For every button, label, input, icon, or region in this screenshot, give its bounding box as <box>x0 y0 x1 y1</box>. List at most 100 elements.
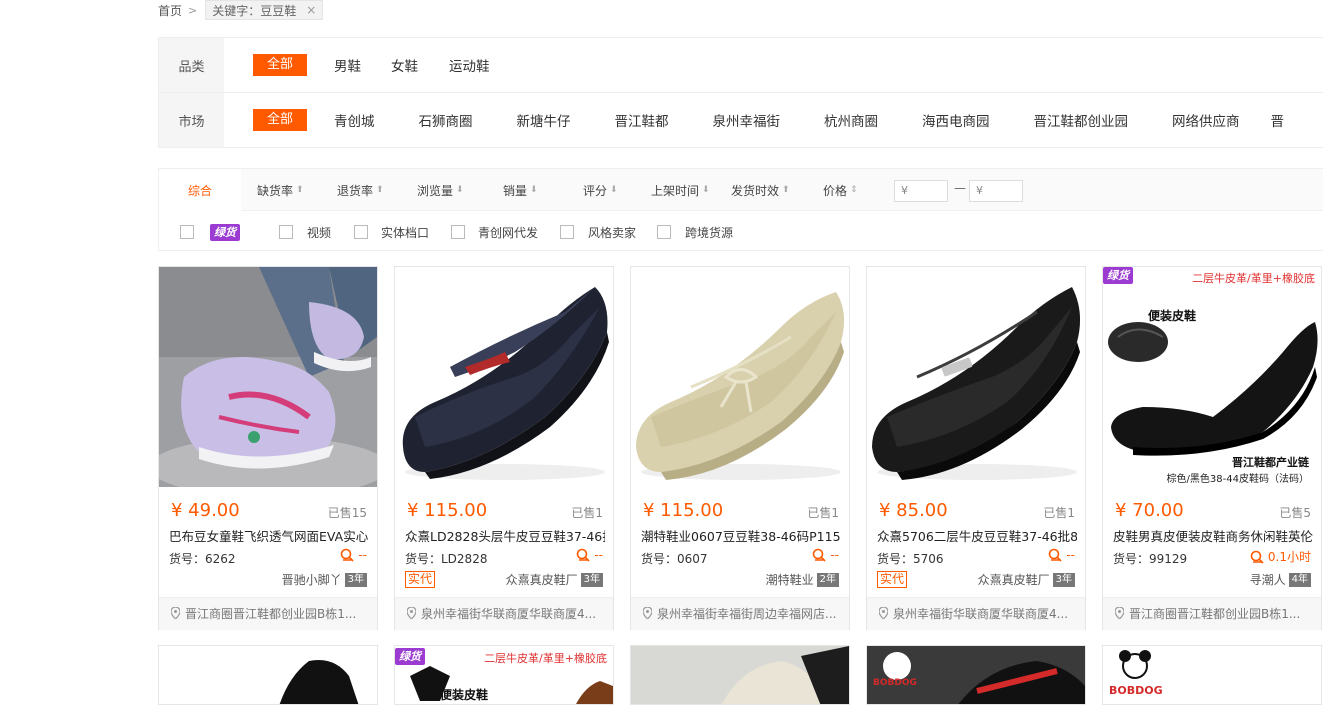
product-title[interactable]: 众熹5706二层牛皮豆豆鞋37-46批85 <box>877 526 1077 545</box>
product-card[interactable] <box>158 645 378 705</box>
market-option-network-supplier[interactable]: 网络供应商 <box>1172 110 1240 130</box>
sort-comprehensive[interactable]: 综合 <box>159 169 241 211</box>
sort-sales[interactable]: 销量 ⬇ <box>503 169 538 211</box>
sort-arrow-icon: ⬇ <box>530 185 538 195</box>
material-text: 二层牛皮革/革里+橡胶底 <box>484 652 607 665</box>
market-option-hangzhou[interactable]: 杭州商圈 <box>824 110 878 130</box>
shop-name[interactable]: 潮特鞋业 2年 <box>766 571 839 588</box>
product-title[interactable]: 皮鞋男真皮便装皮鞋商务休闲鞋英伦 <box>1113 526 1313 545</box>
product-sku: 货号：LD2828 <box>405 552 488 566</box>
brand-logo-text: BOBDOG <box>1109 684 1163 697</box>
product-location: 泉州幸福街华联商厦华联商厦4... <box>395 597 613 630</box>
product-image[interactable] <box>867 646 1085 705</box>
product-image[interactable]: 绿货 二层牛皮革/革里+橡胶底 便装皮鞋 晋江鞋都产业链 棕色/黑色38-44皮… <box>1103 267 1321 487</box>
product-title[interactable]: 众熹LD2828头层牛皮豆豆鞋37-46批 <box>405 526 605 545</box>
delivery-icon <box>813 548 826 562</box>
shop-name[interactable]: 寻潮人 4年 <box>1250 571 1311 588</box>
product-image[interactable] <box>631 267 849 487</box>
category-option-all[interactable]: 全部 <box>253 54 308 76</box>
product-card[interactable]: ¥ 115.00 已售1 潮特鞋业0607豆豆鞋38-46码P115 货号：06… <box>630 266 850 630</box>
product-sold: 已售5 <box>1279 506 1311 520</box>
shidai-badge: 实代 <box>405 571 436 588</box>
shidai-badge: 实代 <box>877 571 908 588</box>
sort-row: 综合 缺货率 ⬆ 退货率 ⬆ 浏览量 ⬇ 销量 ⬇ 评分 ⬇ 上架时间 ⬇ 发货时效 ⬆ 价格… <box>159 169 1323 211</box>
shop-years-badge: 3年 <box>580 572 603 587</box>
checkbox-green-goods[interactable] <box>180 225 194 239</box>
product-sold: 已售15 <box>327 506 367 520</box>
chain-text: 晋江鞋都产业链 <box>1232 456 1309 469</box>
product-title[interactable]: 巴布豆女童鞋飞织透气网面EVA实心 <box>169 526 369 545</box>
market-option-xintang[interactable]: 新塘牛仔 <box>517 110 571 130</box>
product-card[interactable]: ¥ 85.00 已售1 众熹5706二层牛皮豆豆鞋37-46批85 货号：570… <box>866 266 1086 630</box>
market-option-shishi[interactable]: 石狮商圈 <box>419 110 473 130</box>
sort-return-rate[interactable]: 退货率 ⬆ <box>337 169 384 211</box>
checkbox-dropship[interactable] <box>451 225 465 239</box>
sort-stockout-rate[interactable]: 缺货率 ⬆ <box>257 169 304 211</box>
keyword-chip: 关键字：豆豆鞋 × <box>205 0 324 20</box>
location-pin-icon <box>407 607 416 619</box>
product-sku: 货号：6262 <box>169 552 236 566</box>
checkbox-physical-stall[interactable] <box>354 225 368 239</box>
product-image[interactable] <box>395 267 613 487</box>
product-title[interactable]: 潮特鞋业0607豆豆鞋38-46码P115 <box>641 526 841 545</box>
sort-rating[interactable]: 评分 ⬇ <box>583 169 618 211</box>
sort-arrow-icon: ⬇ <box>456 185 464 195</box>
price-min-input[interactable]: ¥ <box>894 180 948 202</box>
market-option-jinjiang[interactable]: 晋江鞋都 <box>615 110 669 130</box>
shop-years-badge: 3年 <box>1052 572 1075 587</box>
product-image[interactable] <box>631 646 849 705</box>
product-image[interactable] <box>159 267 377 487</box>
sort-views[interactable]: 浏览量 ⬇ <box>417 169 464 211</box>
delivery-icon <box>1049 548 1062 562</box>
sort-arrow-icon: ⬆ <box>782 185 790 195</box>
filter-panel: 品类 全部 男鞋 女鞋 运动鞋 市场 全部 青创城 石狮商圈 新塘牛仔 晋江鞋都… <box>158 37 1323 148</box>
green-goods-badge: 绿货 <box>1103 267 1133 284</box>
brand-text: 便装皮鞋 <box>1148 309 1197 323</box>
shipping-time: -- <box>1048 548 1075 562</box>
product-card[interactable]: 绿货 二层牛皮革/革里+橡胶底 便装皮鞋 晋江鞋都产业链 棕色/黑色38-44皮… <box>1102 266 1322 630</box>
market-option-qingchuangcheng[interactable]: 青创城 <box>334 110 375 130</box>
product-card[interactable]: BOBDOG <box>866 645 1086 705</box>
sort-price[interactable]: 价格 ⇕ <box>823 169 858 211</box>
shipping-time: -- <box>340 548 367 562</box>
checkbox-video[interactable] <box>279 225 293 239</box>
checkbox-style-seller[interactable] <box>560 225 574 239</box>
market-option-all[interactable]: 全部 <box>253 109 308 131</box>
brand-logo-text: BOBDOG <box>873 678 917 688</box>
product-card[interactable]: ¥ 49.00 已售15 巴布豆女童鞋飞织透气网面EVA实心 货号：6262 -… <box>158 266 378 630</box>
shop-name[interactable]: 众熹真皮鞋厂 3年 <box>506 571 603 588</box>
material-text: 二层牛皮革/革里+橡胶底 <box>1192 272 1315 285</box>
checkbox-cross-border[interactable] <box>657 225 671 239</box>
category-option-sports[interactable]: 运动鞋 <box>449 55 490 75</box>
sort-shipping-time[interactable]: 发货时效 ⬆ <box>731 169 790 211</box>
product-card[interactable]: 绿货 二层牛皮革/革里+橡胶底 便装皮鞋 <box>394 645 614 705</box>
price-max-input[interactable]: ¥ <box>969 180 1023 202</box>
category-option-men[interactable]: 男鞋 <box>334 55 361 75</box>
product-image[interactable] <box>867 267 1085 487</box>
market-option-overflow[interactable]: 晋 <box>1271 110 1285 130</box>
product-sku: 货号：99129 <box>1113 552 1188 566</box>
product-image[interactable] <box>159 646 377 705</box>
shop-name[interactable]: 众熹真皮鞋厂 3年 <box>978 571 1075 588</box>
sort-listing-time[interactable]: 上架时间 ⬇ <box>651 169 710 211</box>
product-card[interactable]: BOBDOG <box>1102 645 1322 705</box>
breadcrumb-home[interactable]: 首页 <box>158 2 182 19</box>
product-sku: 货号：0607 <box>641 552 708 566</box>
keyword-chip-label: 关键字：豆豆鞋 <box>212 3 297 18</box>
brand-text: 便装皮鞋 <box>440 688 489 702</box>
close-icon[interactable]: × <box>306 3 316 17</box>
market-option-haixi[interactable]: 海西电商园 <box>922 110 990 130</box>
category-option-women[interactable]: 女鞋 <box>391 55 418 75</box>
check-row: 绿货 视频 实体档口 青创网代发 风格卖家 跨境货源 <box>159 211 1323 251</box>
market-option-jinjiang-startup[interactable]: 晋江鞋都创业园 <box>1034 110 1129 130</box>
market-option-quanzhou[interactable]: 泉州幸福街 <box>713 110 781 130</box>
product-price: ¥ 115.00 <box>643 500 724 521</box>
shop-years-badge: 4年 <box>1288 572 1311 587</box>
product-card[interactable] <box>630 645 850 705</box>
product-card[interactable]: ¥ 115.00 已售1 众熹LD2828头层牛皮豆豆鞋37-46批 货号：LD… <box>394 266 614 630</box>
filter-row-market: 市场 全部 青创城 石狮商圈 新塘牛仔 晋江鞋都 泉州幸福街 杭州商圈 海西电商… <box>159 93 1323 147</box>
shipping-time: -- <box>812 548 839 562</box>
shop-name[interactable]: 晋驰小脚丫 3年 <box>282 571 367 588</box>
product-sku: 货号：5706 <box>877 552 944 566</box>
product-location: 晋江商圈晋江鞋都创业园B栋1... <box>159 597 377 630</box>
